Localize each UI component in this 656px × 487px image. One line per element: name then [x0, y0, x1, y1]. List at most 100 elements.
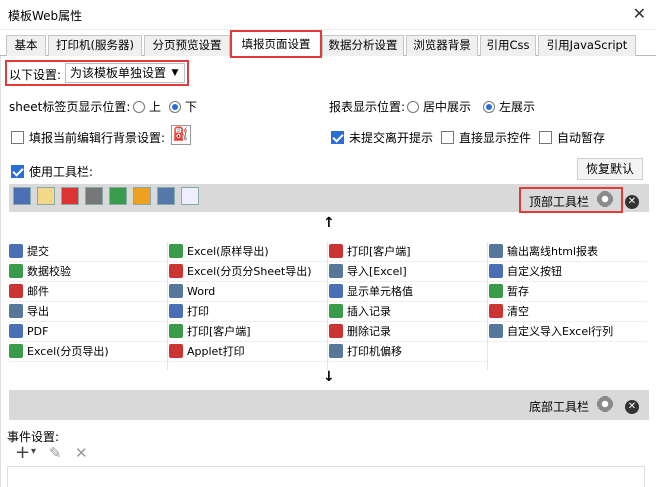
checkbox-icon: [11, 131, 24, 144]
toolbar-option-icon: [169, 344, 183, 358]
toolbar-option-label: 打印[客户端]: [187, 325, 251, 338]
use-toolbar-label: 使用工具栏:: [29, 165, 94, 179]
tab-data-analysis[interactable]: 数据分析设置: [322, 35, 404, 56]
tab-javascript[interactable]: 引用JavaScript: [538, 35, 636, 56]
tab-bar: 基本 打印机(服务器) 分页预览设置 填报页面设置 数据分析设置 浏览器背景 引…: [0, 30, 656, 58]
custom-icon[interactable]: [157, 187, 175, 205]
window-title: 模板Web属性: [8, 9, 83, 23]
toolbar-option-icon: [329, 324, 343, 338]
report-pos-left[interactable]: 左展示: [483, 98, 535, 115]
bottom-toolbar-label: 底部工具栏: [529, 400, 590, 414]
move-down-icon[interactable]: ↓: [323, 369, 335, 385]
close-icon[interactable]: ✕: [633, 4, 646, 23]
events-list[interactable]: [7, 466, 645, 487]
move-up-icon[interactable]: ↑: [323, 215, 335, 231]
title-bar: 模板Web属性 ✕: [0, 0, 656, 30]
toolbar-option-item[interactable]: 暂存: [489, 282, 647, 302]
toolbar-option-item[interactable]: 删除记录: [329, 322, 487, 342]
toolbar-option-label: 删除记录: [347, 325, 391, 338]
toolbar-option-icon: [329, 304, 343, 318]
toolbar-option-item[interactable]: 打印[客户端]: [169, 322, 327, 342]
fill-bg-setting[interactable]: 填报当前编辑行背景设置:: [11, 129, 165, 146]
toolbar-option-icon: [489, 244, 503, 258]
toolbar-option-label: 打印机偏移: [347, 345, 402, 358]
unsubmitted-prompt[interactable]: 未提交离开提示: [331, 129, 433, 146]
direct-control[interactable]: 直接显示控件: [441, 129, 531, 146]
validate-icon[interactable]: [37, 187, 55, 205]
toolbar-option-item[interactable]: 清空: [489, 302, 647, 322]
toolbar-option-item[interactable]: 导入[Excel]: [329, 262, 487, 282]
tab-fill-page[interactable]: 填报页面设置: [230, 30, 322, 58]
remove-bottom-toolbar-icon[interactable]: ✕: [625, 398, 639, 414]
following-select[interactable]: 为该模板单独设置 ▼: [65, 63, 185, 83]
toolbar-option-label: 清空: [507, 305, 529, 318]
toolbar-option-item[interactable]: 显示单元格值: [329, 282, 487, 302]
toolbar-option-label: Applet打印: [187, 345, 245, 358]
tab-printer-server[interactable]: 打印机(服务器): [48, 35, 142, 56]
toolbar-option-icon: [9, 304, 23, 318]
toolbar-option-item[interactable]: 数据校验: [9, 262, 167, 282]
edit-icon[interactable]: ✎: [49, 444, 62, 462]
auto-save-label: 自动暂存: [557, 131, 606, 145]
toolbar-option-item[interactable]: 打印: [169, 302, 327, 322]
radio-icon: [483, 101, 495, 113]
toolbar-option-item[interactable]: 提交: [9, 242, 167, 262]
toolbar-option-label: Word: [187, 285, 216, 298]
gear-icon[interactable]: [597, 396, 613, 415]
export-icon[interactable]: [109, 187, 127, 205]
chevron-down-icon[interactable]: ▾: [31, 446, 36, 457]
tab-content: 以下设置: 为该模板单独设置 ▼ sheet标签页显示位置: 上 下 报表显示位…: [0, 56, 656, 487]
toolbar-option-item[interactable]: 自定义按钮: [489, 262, 647, 282]
paint-bucket-icon[interactable]: ⛽: [171, 125, 191, 145]
sheet-tab-bottom[interactable]: 下: [169, 98, 197, 115]
toolbar-option-label: 提交: [27, 245, 49, 258]
toolbar-option-item[interactable]: Applet打印: [169, 342, 327, 362]
toolbar-option-item[interactable]: 打印机偏移: [329, 342, 487, 362]
toolbar-option-icon: [9, 324, 23, 338]
submit-icon[interactable]: [13, 187, 31, 205]
sheet-tab-top[interactable]: 上: [133, 98, 161, 115]
toolbar-option-item[interactable]: PDF: [9, 322, 167, 342]
toolbar-option-icon: [329, 344, 343, 358]
toolbar-option-label: 打印: [187, 305, 209, 318]
toolbar-option-label: 暂存: [507, 285, 529, 298]
checkbox-icon: [331, 131, 344, 144]
toolbar-option-label: 打印[客户端]: [347, 245, 411, 258]
toolbar-option-item[interactable]: Excel(分页导出): [9, 342, 167, 362]
toolbar-option-item[interactable]: 输出离线html报表: [489, 242, 647, 262]
toolbar-option-item[interactable]: Word: [169, 282, 327, 302]
tab-browser-bg[interactable]: 浏览器背景: [406, 35, 478, 56]
toolbar-option-item[interactable]: 邮件: [9, 282, 167, 302]
tab-css[interactable]: 引用Css: [480, 35, 536, 56]
pdf-icon[interactable]: [61, 187, 79, 205]
report-pos-center[interactable]: 居中展示: [407, 98, 471, 115]
toolbar-option-item[interactable]: Excel(分页分Sheet导出): [169, 262, 327, 282]
restore-default-button[interactable]: 恢复默认: [577, 158, 643, 180]
toolbar-option-icon: [9, 344, 23, 358]
fill-bg-label: 填报当前编辑行背景设置:: [29, 131, 166, 145]
toolbar-option-label: 显示单元格值: [347, 285, 413, 298]
toolbar-option-item[interactable]: 导出: [9, 302, 167, 322]
use-toolbar[interactable]: 使用工具栏:: [11, 163, 93, 180]
toolbar-option-icon: [9, 264, 23, 278]
toolbar-option-item[interactable]: 插入记录: [329, 302, 487, 322]
sheet-tab-bottom-label: 下: [185, 100, 198, 114]
toolbar-option-label: 自定义导入Excel行列: [507, 325, 614, 338]
auto-save[interactable]: 自动暂存: [539, 129, 605, 146]
mail-icon[interactable]: [133, 187, 151, 205]
unsubmitted-label: 未提交离开提示: [349, 131, 434, 145]
remove-top-toolbar-icon[interactable]: ✕: [625, 193, 639, 209]
gear-icon[interactable]: [597, 191, 613, 210]
toolbar-option-item[interactable]: Excel(原样导出): [169, 242, 327, 262]
report-pos-left-label: 左展示: [499, 100, 536, 114]
top-toolbar-label: 顶部工具栏: [529, 195, 590, 209]
blank-icon[interactable]: [181, 187, 199, 205]
tab-page-preview[interactable]: 分页预览设置: [144, 35, 230, 56]
add-icon[interactable]: +: [15, 442, 30, 463]
print-icon[interactable]: [85, 187, 103, 205]
toolbar-option-item[interactable]: 自定义导入Excel行列: [489, 322, 647, 342]
tab-basic[interactable]: 基本: [6, 35, 46, 56]
delete-icon[interactable]: ✕: [75, 444, 88, 462]
grid-divider: [167, 242, 168, 370]
toolbar-option-item[interactable]: 打印[客户端]: [329, 242, 487, 262]
